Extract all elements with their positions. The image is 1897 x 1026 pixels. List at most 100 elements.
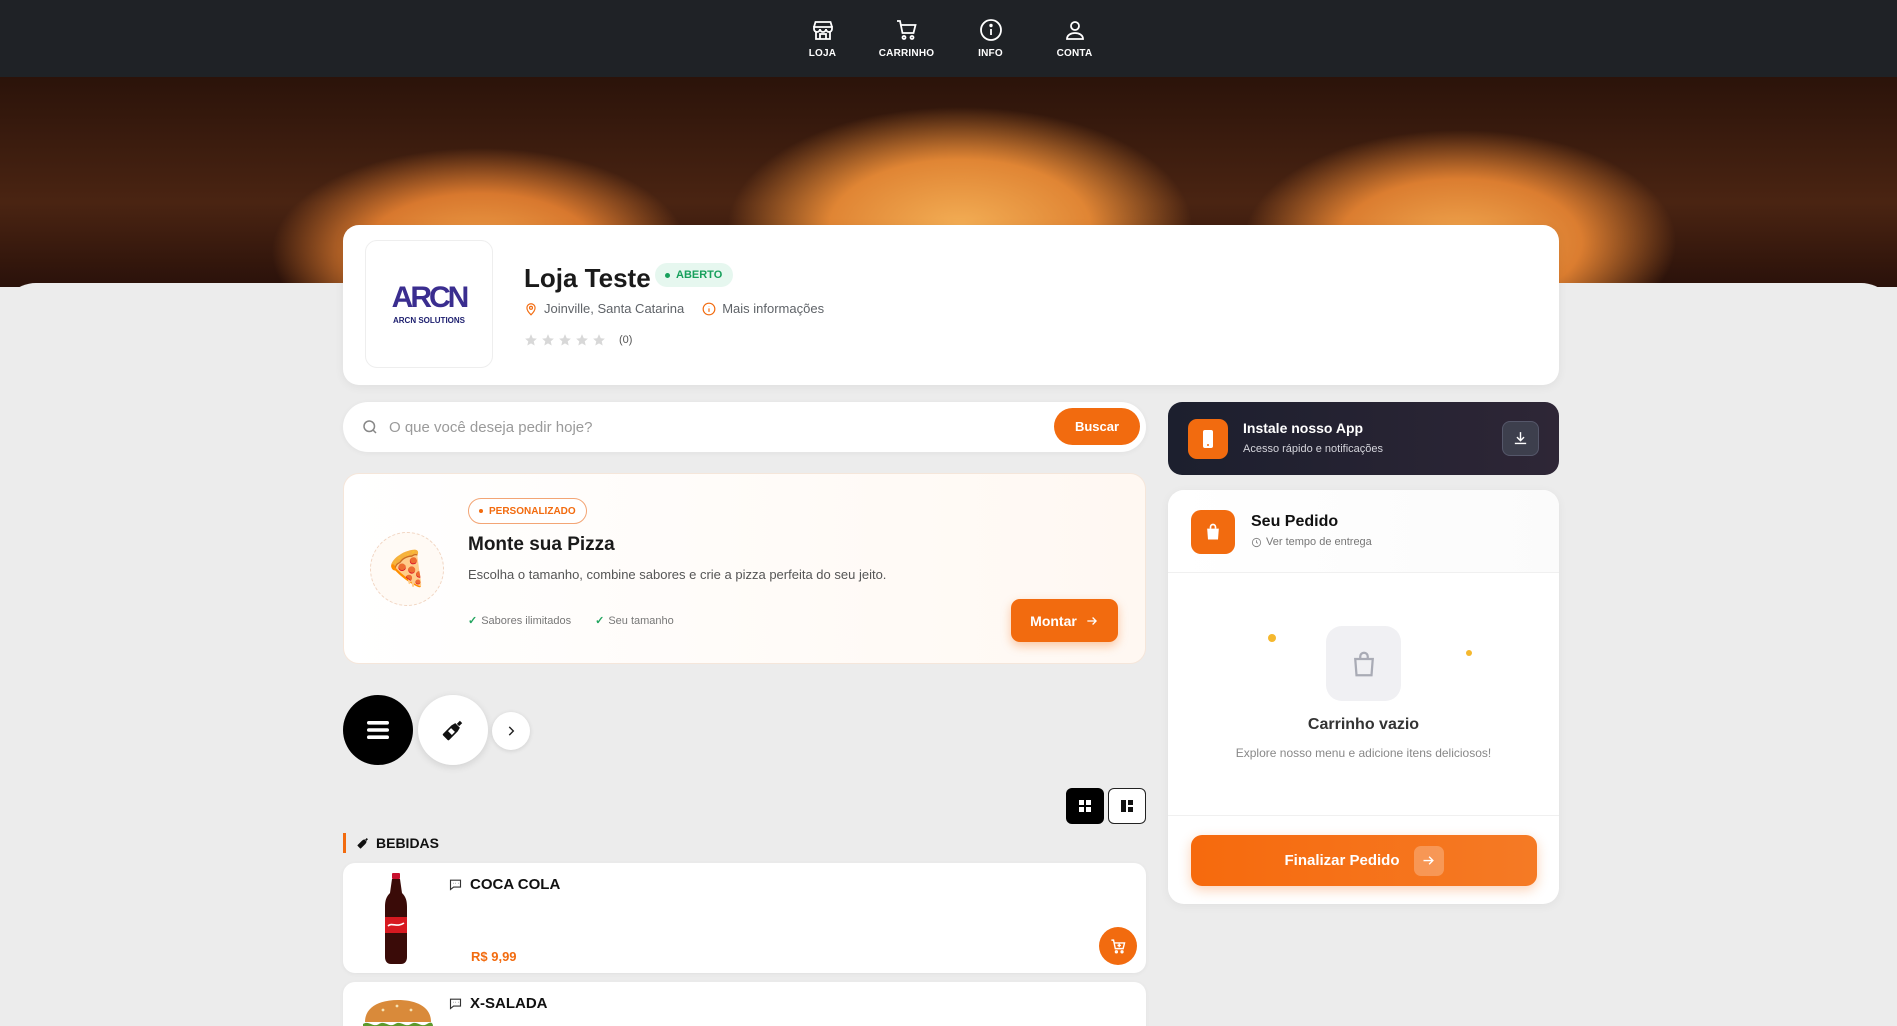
montar-button-label: Montar bbox=[1030, 612, 1077, 629]
nav-label-loja: LOJA bbox=[808, 48, 837, 59]
delivery-time-link[interactable]: Ver tempo de entrega bbox=[1251, 536, 1372, 548]
cart-icon bbox=[896, 20, 917, 40]
comment-icon bbox=[449, 879, 462, 891]
product-card[interactable]: COCA COLA R$ 9,99 bbox=[343, 863, 1146, 973]
checkout-button-label: Finalizar Pedido bbox=[1284, 852, 1400, 869]
badge-dot-icon bbox=[479, 509, 483, 513]
grid-icon bbox=[1079, 800, 1091, 812]
nav-label-conta: CONTA bbox=[1056, 48, 1093, 59]
store-rating: (0) bbox=[524, 333, 632, 347]
section-header-bebidas: BEBIDAS bbox=[343, 833, 439, 853]
build-pizza-promo: 🍕 PERSONALIZADO Monte sua Pizza Escolha … bbox=[343, 473, 1146, 664]
info-circle-icon bbox=[702, 302, 716, 315]
promo-title: Monte sua Pizza bbox=[468, 534, 615, 555]
rating-count: (0) bbox=[619, 334, 633, 346]
empty-bag-icon bbox=[1326, 626, 1401, 701]
list-view-button[interactable] bbox=[1108, 788, 1146, 824]
store-logo: ARCN ARCN SOLUTIONS bbox=[365, 240, 493, 368]
product-name: X-SALADA bbox=[448, 995, 548, 1012]
x-salada-burger-image bbox=[363, 1000, 433, 1026]
order-header: Seu Pedido Ver tempo de entrega bbox=[1168, 490, 1559, 573]
store-card: ARCN ARCN SOLUTIONS Loja Teste ABERTO Jo… bbox=[343, 225, 1559, 385]
pizza-icon: 🍕 bbox=[370, 532, 444, 606]
store-meta: Joinville, Santa Catarina Mais informaçõ… bbox=[524, 301, 842, 316]
bottle-icon bbox=[357, 838, 368, 849]
search-icon bbox=[363, 420, 377, 434]
montar-button[interactable]: Montar bbox=[1011, 599, 1118, 642]
star-icon bbox=[525, 334, 537, 346]
status-badge: ABERTO bbox=[655, 263, 734, 287]
top-navigation: LOJA CARRINHO INFO CONTA bbox=[0, 0, 1897, 77]
product-name: COCA COLA bbox=[448, 876, 560, 893]
promo-feature-label: Sabores ilimitados bbox=[481, 615, 572, 627]
promo-badge: PERSONALIZADO bbox=[468, 498, 587, 524]
app-title: Instale nosso App bbox=[1243, 420, 1364, 436]
logo-mark: ARCN bbox=[391, 280, 470, 314]
coca-cola-bottle-image bbox=[385, 873, 407, 964]
shopping-bag-icon bbox=[1191, 510, 1235, 554]
check-icon: ✓ bbox=[468, 615, 478, 627]
location-pin-icon bbox=[526, 302, 536, 316]
more-info-text: Mais informações bbox=[722, 301, 825, 316]
search-button[interactable]: Buscar bbox=[1054, 408, 1140, 445]
status-label: ABERTO bbox=[676, 269, 723, 281]
nav-item-conta[interactable]: CONTA bbox=[1033, 0, 1117, 77]
promo-description: Escolha o tamanho, combine sabores e cri… bbox=[468, 567, 887, 582]
app-subtitle: Acesso rápido e notificações bbox=[1243, 443, 1384, 455]
decorative-dot bbox=[1268, 634, 1276, 642]
empty-cart-subtitle: Explore nosso menu e adicione itens deli… bbox=[1235, 746, 1492, 760]
comment-icon bbox=[449, 998, 462, 1010]
nav-item-carrinho[interactable]: CARRINHO bbox=[865, 0, 949, 77]
promo-feature: ✓ Sabores ilimitados bbox=[468, 614, 583, 627]
search-bar: Buscar bbox=[343, 402, 1146, 452]
bottle-icon bbox=[442, 720, 463, 741]
logo-text: ARCN SOLUTIONS bbox=[393, 315, 465, 325]
star-icon bbox=[593, 334, 605, 346]
arrow-right-icon bbox=[1087, 616, 1097, 625]
add-to-cart-button[interactable] bbox=[1099, 927, 1137, 965]
star-icon bbox=[559, 334, 571, 346]
phone-icon bbox=[1188, 419, 1228, 459]
product-name-text: COCA COLA bbox=[470, 876, 561, 893]
checkout-button[interactable]: Finalizar Pedido bbox=[1191, 835, 1537, 886]
category-all-button[interactable] bbox=[343, 695, 413, 765]
order-panel: Seu Pedido Ver tempo de entrega Carrinho… bbox=[1168, 490, 1559, 904]
check-icon: ✓ bbox=[595, 615, 605, 627]
nav-item-info[interactable]: INFO bbox=[949, 0, 1033, 77]
more-info-link[interactable]: Mais informações bbox=[702, 301, 824, 316]
promo-feature: ✓ Seu tamanho bbox=[595, 614, 686, 627]
divider bbox=[1168, 815, 1559, 816]
user-icon bbox=[1065, 21, 1084, 40]
grid-view-button[interactable] bbox=[1066, 788, 1104, 824]
menu-icon bbox=[367, 721, 389, 739]
nav-label-carrinho: CARRINHO bbox=[878, 48, 935, 59]
star-icon bbox=[542, 334, 554, 346]
store-name: Loja Teste bbox=[524, 263, 651, 293]
chevron-right-icon bbox=[508, 726, 515, 736]
store-location-text: Joinville, Santa Catarina bbox=[544, 301, 685, 316]
product-name-text: X-SALADA bbox=[470, 995, 548, 1012]
delivery-time-text: Ver tempo de entrega bbox=[1266, 536, 1372, 548]
info-icon bbox=[979, 19, 1002, 41]
section-title: BEBIDAS bbox=[376, 835, 440, 851]
store-icon bbox=[812, 21, 833, 40]
install-app-card[interactable]: Instale nosso App Acesso rápido e notifi… bbox=[1168, 402, 1559, 475]
product-price: R$ 9,99 bbox=[471, 949, 517, 964]
promo-badge-label: PERSONALIZADO bbox=[489, 505, 576, 517]
clock-icon bbox=[1251, 537, 1262, 547]
arrow-right-icon bbox=[1413, 845, 1444, 876]
order-title: Seu Pedido bbox=[1251, 513, 1339, 530]
search-input[interactable] bbox=[389, 402, 969, 452]
category-next-button[interactable] bbox=[492, 712, 530, 750]
promo-feature-label: Seu tamanho bbox=[608, 615, 674, 627]
empty-cart-title: Carrinho vazio bbox=[1307, 716, 1420, 733]
nav-label-info: INFO bbox=[978, 48, 1003, 59]
product-card[interactable]: X-SALADA bbox=[343, 982, 1146, 1026]
nav-item-loja[interactable]: LOJA bbox=[781, 0, 865, 77]
star-icon bbox=[576, 334, 588, 346]
status-dot-icon bbox=[665, 272, 670, 278]
download-app-button[interactable] bbox=[1502, 421, 1539, 456]
category-bebidas-button[interactable] bbox=[418, 695, 488, 765]
cart-plus-icon bbox=[1110, 938, 1125, 953]
download-icon bbox=[1514, 432, 1527, 445]
